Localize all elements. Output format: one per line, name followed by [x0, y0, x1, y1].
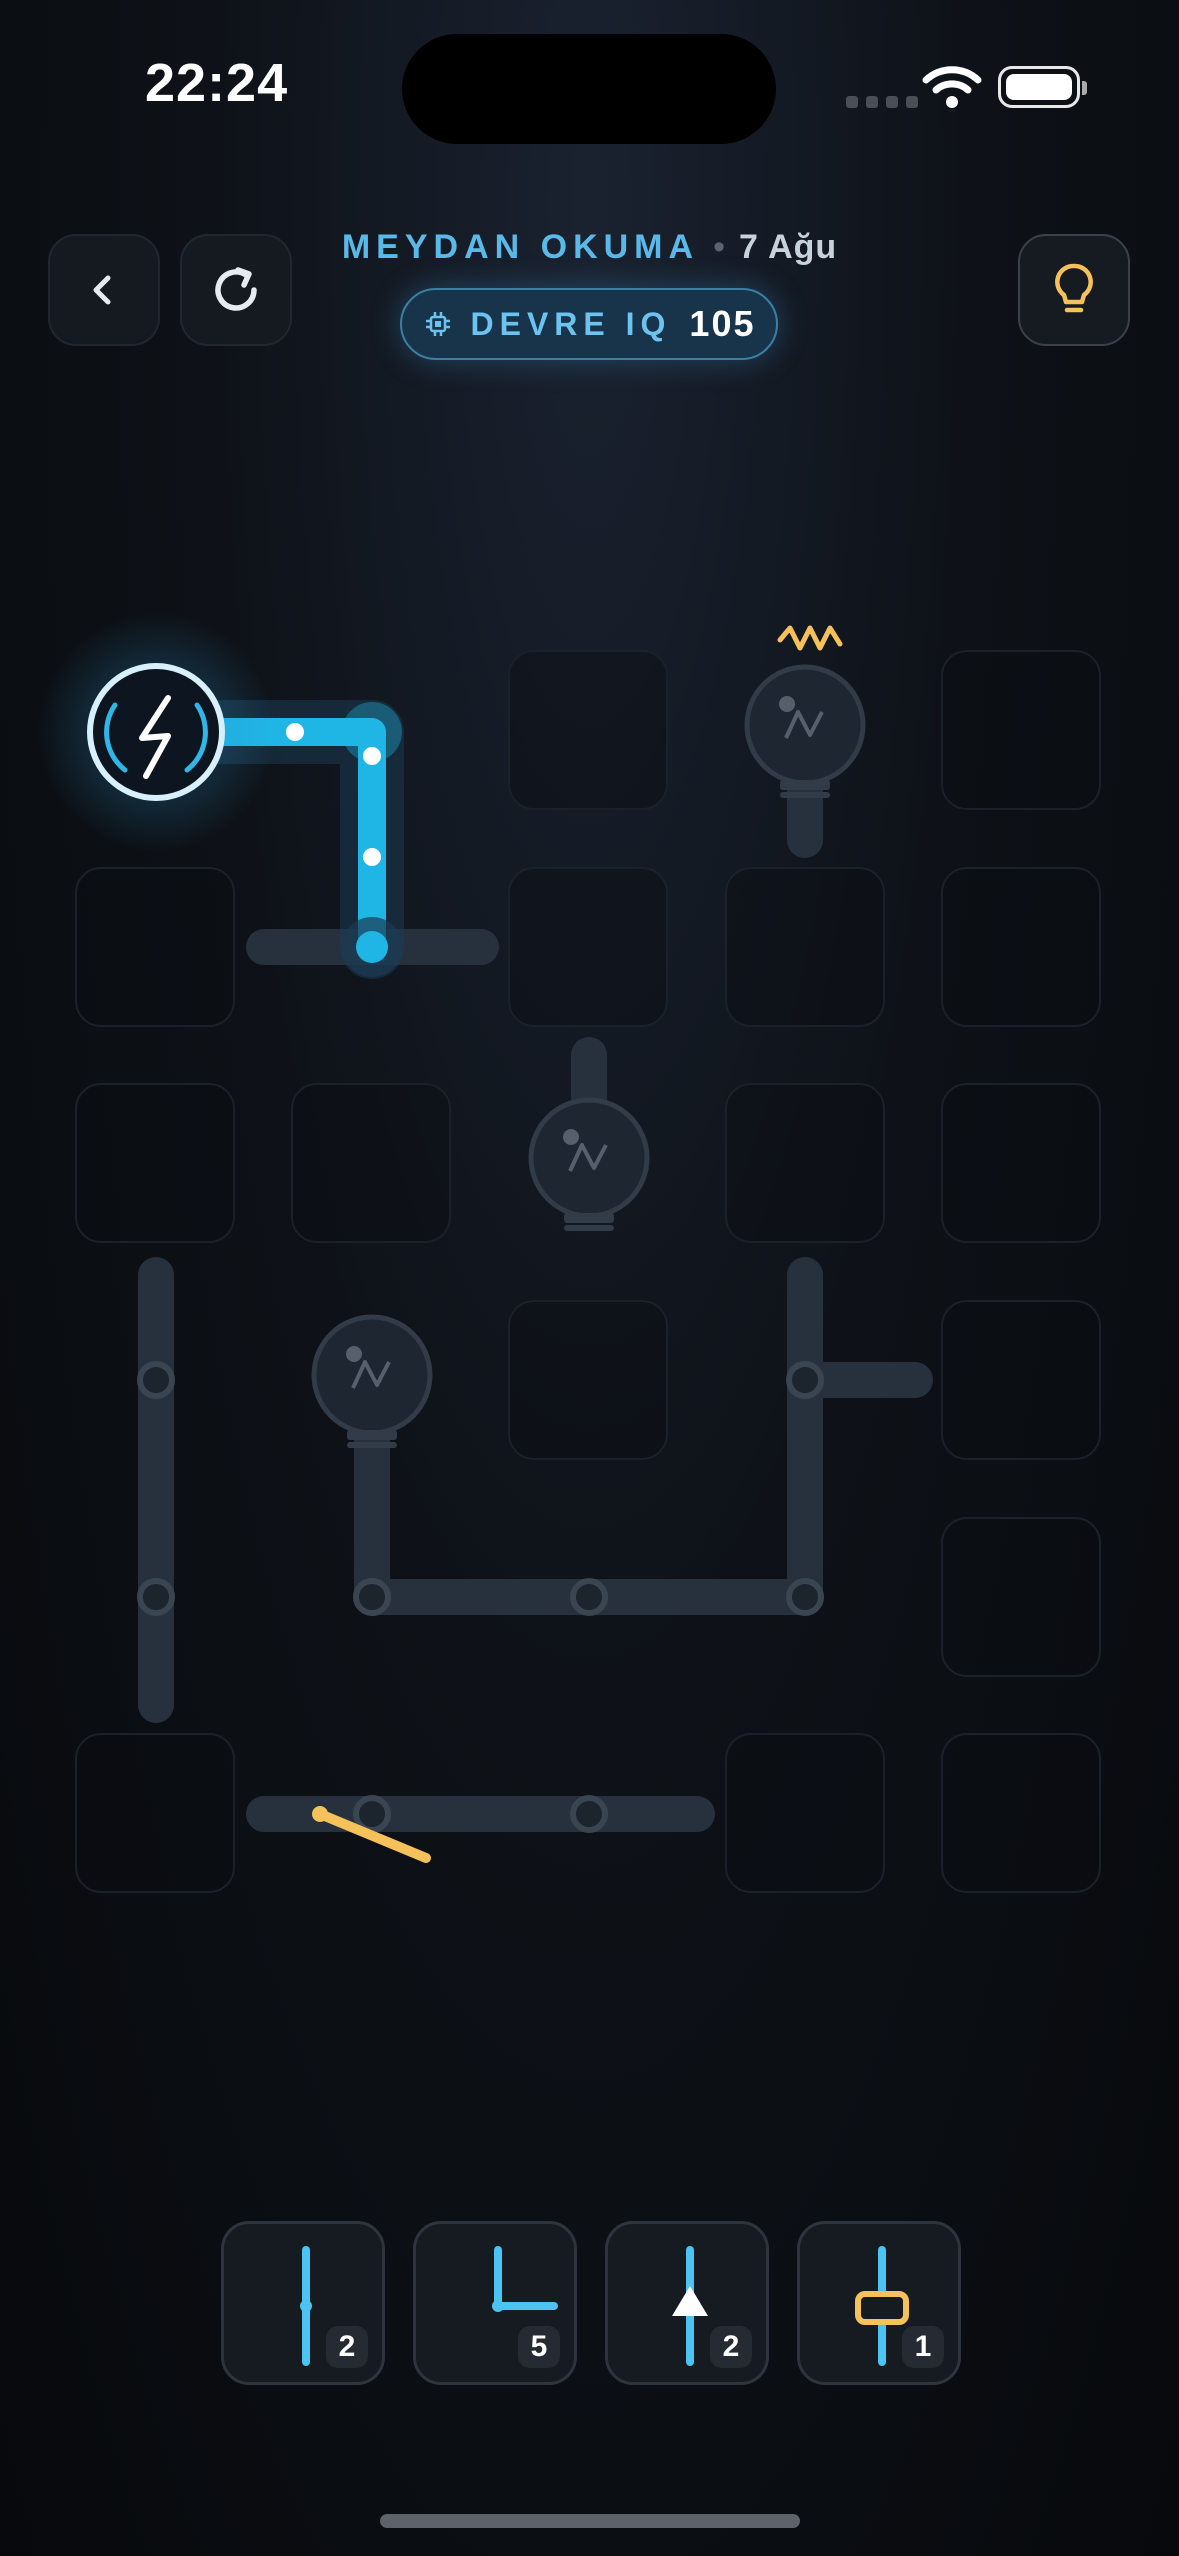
wire-joint [137, 1361, 175, 1399]
wire-joint [786, 1361, 824, 1399]
tray-piece-corner[interactable]: 5 [413, 2221, 577, 2385]
flicker-icon [777, 625, 843, 651]
piece-count: 2 [710, 2326, 752, 2368]
tray-piece-straight[interactable]: 2 [221, 2221, 385, 2385]
power-source [36, 612, 276, 852]
wire-joint [353, 1578, 391, 1616]
tray-piece-resistor[interactable]: 1 [797, 2221, 961, 2385]
wire-joint [786, 1578, 824, 1616]
wire-joint [137, 1578, 175, 1616]
bulb [311, 1314, 433, 1448]
piece-count: 2 [326, 2326, 368, 2368]
tray-piece-diode[interactable]: 2 [605, 2221, 769, 2385]
circuit-board [36, 612, 933, 1863]
home-indicator[interactable] [380, 2514, 800, 2528]
wire-joint [353, 1795, 391, 1833]
piece-count: 1 [902, 2326, 944, 2368]
wire-joint [570, 1795, 608, 1833]
piece-count: 5 [518, 2326, 560, 2368]
bulb [744, 625, 866, 798]
wire-joint [570, 1578, 608, 1616]
bulb [528, 1097, 650, 1231]
